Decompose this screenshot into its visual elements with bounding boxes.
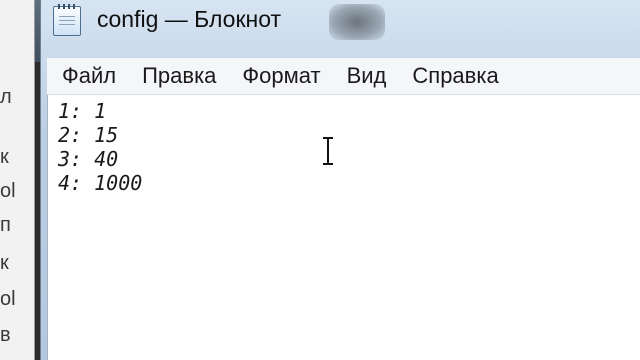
editor-content: 1: 1 2: 15 3: 40 4: 1000 [58, 99, 142, 195]
menu-item-format[interactable]: Формат [229, 63, 333, 89]
menu-item-file[interactable]: Файл [47, 63, 129, 89]
background-text-fragment: к [0, 146, 9, 168]
menu-item-view[interactable]: Вид [334, 63, 400, 89]
menu-item-help[interactable]: Справка [399, 63, 511, 89]
background-text-fragment: п [0, 214, 11, 236]
text-editor-area[interactable]: 1: 1 2: 15 3: 40 4: 1000 [47, 95, 640, 360]
editor-line: 3: 40 [58, 147, 119, 171]
background-window: л к ol п к ol в [0, 0, 40, 360]
title-bar[interactable]: config — Блокнот [41, 0, 640, 46]
blurred-titlebar-area [329, 4, 385, 40]
background-text-fragment: ol [0, 288, 16, 310]
background-text-fragment: к [0, 252, 9, 274]
menu-item-edit[interactable]: Правка [129, 63, 229, 89]
editor-line: 1: 1 [58, 99, 107, 123]
ibeam-cursor-icon [322, 137, 334, 165]
background-text-fragment: в [0, 324, 11, 346]
notepad-window: config — Блокнот Файл Правка Формат Вид … [40, 0, 640, 360]
editor-line: 4: 1000 [58, 171, 143, 195]
background-window-panel: л к ol п к ol в [0, 0, 35, 360]
menu-bar: Файл Правка Формат Вид Справка [47, 58, 640, 95]
background-text-fragment: ol [0, 180, 16, 202]
background-text-fragment: л [0, 86, 12, 108]
editor-line: 2: 15 [58, 123, 119, 147]
window-title: config — Блокнот [97, 6, 282, 32]
notepad-icon[interactable] [53, 4, 81, 36]
